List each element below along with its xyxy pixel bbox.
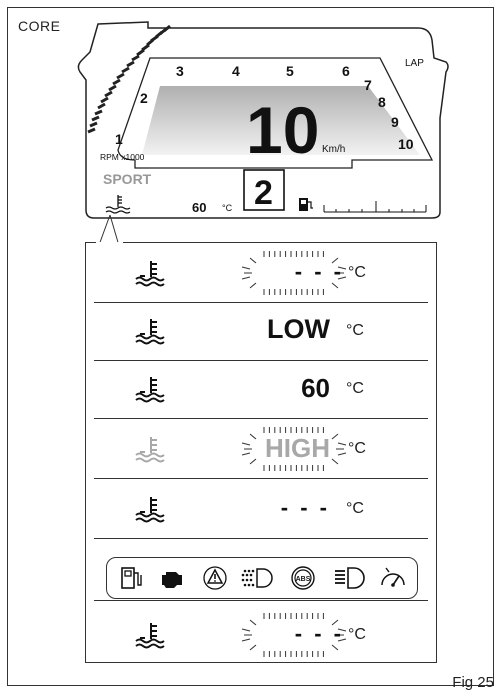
row-divider	[94, 360, 428, 361]
lap-label: LAP	[405, 58, 424, 69]
coolant-temp-icon	[135, 623, 165, 649]
rpm-tick-9: 9	[391, 114, 399, 130]
riding-mode: SPORT	[103, 171, 152, 187]
temperature-display-panel: - - - °C LOW °C 60 °C HIGH °C - - - °C - - - °C	[85, 242, 437, 663]
row-divider	[94, 600, 428, 601]
rpm-tick-1: 1	[115, 131, 123, 147]
rpm-tick-8: 8	[378, 94, 386, 110]
high-beam-icon	[335, 567, 365, 589]
temp-row: LOW °C	[86, 304, 436, 360]
temp-value: - - -	[294, 259, 344, 284]
svg-text:ABS: ABS	[296, 576, 311, 583]
temp-value: LOW	[267, 314, 330, 344]
temp-value: HIGH	[265, 433, 330, 463]
coolant-temp-icon	[135, 497, 165, 523]
temp-unit: °C	[346, 380, 364, 397]
general-warning-icon	[203, 566, 227, 590]
coolant-temp-unit: °C	[222, 203, 233, 213]
row-divider	[94, 538, 428, 539]
rpm-tick-4: 4	[232, 63, 240, 79]
temp-row: - - - °C	[86, 246, 436, 302]
rpm-tick-5: 5	[286, 63, 294, 79]
rpm-tick-7: 7	[364, 77, 372, 93]
coolant-temp-icon	[135, 437, 165, 463]
row-divider	[94, 418, 428, 419]
rpm-unit: RPM x1000	[100, 152, 145, 162]
fuel-icon	[299, 198, 313, 211]
coolant-temp-icon	[135, 261, 165, 287]
temp-row: - - - °C	[86, 608, 436, 664]
temp-unit: °C	[348, 440, 366, 457]
service-icon	[381, 567, 405, 587]
rpm-tick-10: 10	[398, 136, 414, 152]
fuel-reserve-icon	[121, 567, 142, 589]
coolant-temp-icon	[135, 319, 165, 345]
coolant-temp-icon-small	[105, 195, 131, 214]
temp-value: - - -	[280, 495, 330, 520]
dashboard-display: 1 2 3 4 5 6 7 8 9 10 RPM x1000 LAP 10 Km…	[77, 21, 449, 257]
coolant-temp-icon	[135, 377, 165, 403]
temp-unit: °C	[348, 264, 366, 281]
row-divider	[94, 302, 428, 303]
temp-value: - - -	[294, 621, 344, 646]
temp-unit: °C	[346, 322, 364, 339]
temp-unit: °C	[348, 626, 366, 643]
temp-row: - - - °C	[86, 482, 436, 538]
rpm-tick-6: 6	[342, 63, 350, 79]
rpm-tick-2: 2	[140, 90, 148, 106]
temp-row: HIGH °C	[86, 422, 436, 478]
engine-check-icon	[162, 572, 182, 588]
temp-unit: °C	[346, 500, 364, 517]
figure-label: Fig 25	[452, 674, 494, 691]
gear-value: 2	[254, 174, 273, 212]
temp-row: 60 °C	[86, 362, 436, 418]
row-divider	[94, 478, 428, 479]
fuel-gauge	[323, 201, 427, 213]
rpm-tick-3: 3	[176, 63, 184, 79]
speed-unit: Km/h	[322, 144, 345, 155]
coolant-temp-value: 60	[192, 200, 206, 215]
position-lights-icon	[241, 568, 273, 588]
temp-value: 60	[301, 373, 330, 403]
abs-icon: ABS	[291, 566, 315, 590]
speed-value: 10	[246, 93, 319, 167]
warning-lights-bar: ABS	[106, 557, 418, 599]
